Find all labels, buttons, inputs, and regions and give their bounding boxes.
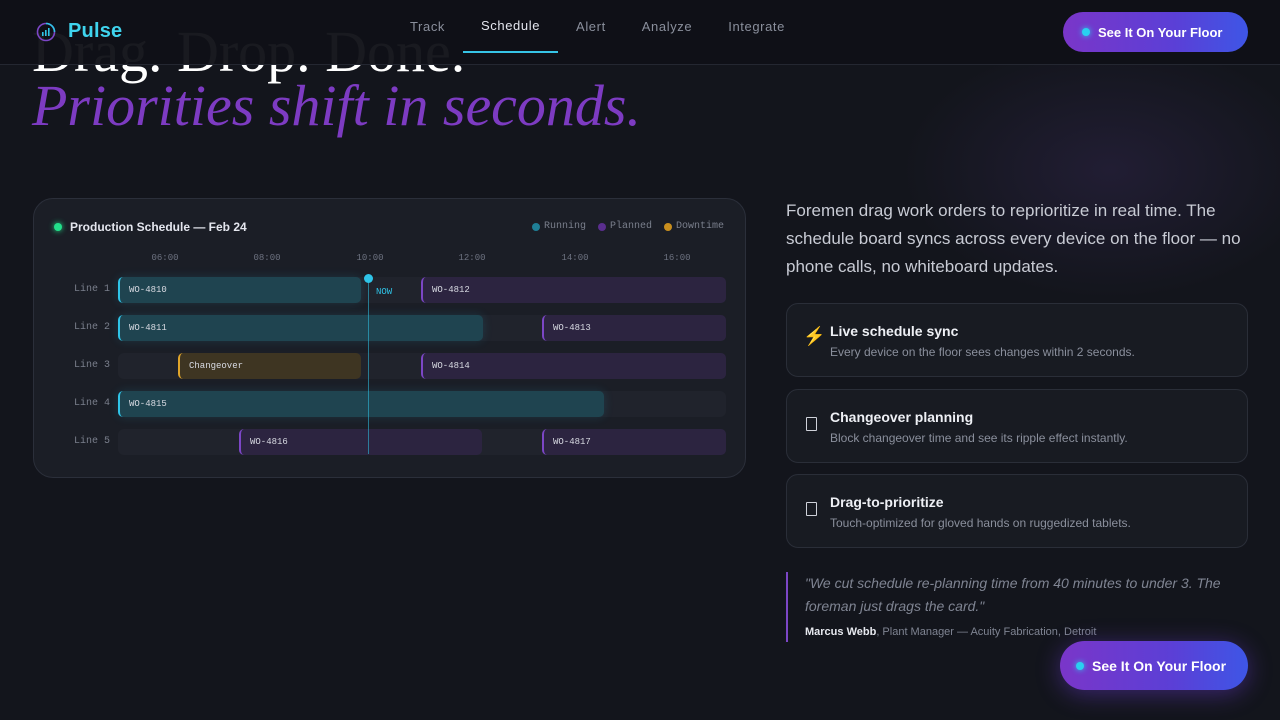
running-swatch-icon bbox=[531, 222, 540, 231]
downtime-swatch-icon bbox=[663, 222, 672, 231]
testimonial: "We cut schedule re-planning time from 4… bbox=[786, 572, 1248, 642]
changeover-icon bbox=[806, 417, 817, 431]
nav-item-alert[interactable]: Alert bbox=[558, 0, 624, 53]
see-it-on-your-floor-floating-button[interactable]: See It On Your Floor bbox=[1060, 641, 1248, 690]
work-order-card[interactable]: WO-4814 bbox=[421, 353, 726, 379]
feature-text: Every device on the floor sees changes w… bbox=[830, 345, 1135, 359]
legend-planned-label: Planned bbox=[609, 221, 652, 232]
drag-icon bbox=[806, 502, 817, 516]
nav-item-track[interactable]: Track bbox=[392, 0, 463, 53]
schedule-row-line-5: WO-4816 WO-4817 bbox=[118, 429, 726, 455]
cta-label: See It On Your Floor bbox=[1098, 24, 1223, 40]
line-label: Line 2 bbox=[73, 322, 110, 333]
line-label: Line 4 bbox=[73, 398, 110, 409]
feature-text: Block changeover time and see its ripple… bbox=[830, 431, 1128, 445]
nav-item-integrate[interactable]: Integrate bbox=[710, 0, 803, 53]
schedule-row-line-3: Changeover WO-4814 bbox=[118, 353, 726, 379]
line-label: Line 5 bbox=[73, 436, 110, 447]
feature-card-changeover: Changeover planning Block changeover tim… bbox=[786, 389, 1248, 463]
time-label: 10:00 bbox=[356, 253, 384, 263]
work-order-card[interactable]: WO-4816 bbox=[239, 429, 482, 455]
see-it-on-your-floor-button[interactable]: See It On Your Floor bbox=[1063, 12, 1248, 52]
cta-label: See It On Your Floor bbox=[1092, 657, 1227, 674]
schedule-title-text: Production Schedule — Feb 24 bbox=[70, 220, 247, 234]
work-order-card[interactable]: WO-4815 bbox=[118, 391, 604, 417]
cta-dot-icon bbox=[1076, 661, 1084, 670]
schedule-row-line-4: WO-4815 bbox=[118, 391, 726, 417]
author-role: , Plant Manager — Acuity Fabrication, De… bbox=[876, 626, 1097, 638]
main-nav: Track Schedule Alert Analyze Integrate bbox=[392, 0, 803, 65]
brand-logo[interactable]: Pulse bbox=[36, 20, 122, 43]
nav-item-analyze[interactable]: Analyze bbox=[624, 0, 710, 53]
feature-title: Live schedule sync bbox=[830, 323, 959, 339]
cta-dot-icon bbox=[1082, 28, 1090, 36]
schedule-row-line-2: WO-4811 WO-4813 bbox=[118, 315, 726, 341]
time-label: 06:00 bbox=[151, 253, 179, 263]
legend-planned: Planned bbox=[597, 221, 652, 232]
feature-title: Changeover planning bbox=[830, 409, 974, 425]
legend-downtime-label: Downtime bbox=[675, 221, 724, 232]
time-label: 08:00 bbox=[253, 253, 281, 263]
time-label: 14:00 bbox=[561, 253, 589, 263]
planned-swatch-icon bbox=[597, 222, 606, 231]
brand-name: Pulse bbox=[68, 20, 123, 42]
work-order-card[interactable]: WO-4810 bbox=[118, 277, 361, 303]
now-label: NOW bbox=[376, 287, 393, 297]
lightning-icon: ⚡ bbox=[803, 326, 826, 346]
live-status-icon bbox=[54, 223, 62, 231]
feature-text: Touch-optimized for gloved hands on rugg… bbox=[830, 516, 1131, 530]
now-indicator-line bbox=[368, 279, 369, 454]
work-order-card[interactable]: WO-4813 bbox=[542, 315, 726, 341]
legend-running: Running bbox=[531, 221, 586, 232]
schedule-row-line-1: WO-4810 WO-4812 bbox=[118, 277, 726, 303]
feature-description: Foremen drag work orders to reprioritize… bbox=[786, 201, 1241, 276]
testimonial-author: Marcus Webb, Plant Manager — Acuity Fabr… bbox=[805, 626, 1096, 638]
work-order-card[interactable]: WO-4812 bbox=[421, 277, 726, 303]
feature-card-drag: Drag-to-prioritize Touch-optimized for g… bbox=[786, 474, 1248, 548]
pulse-logo-icon bbox=[36, 22, 56, 41]
feature-card-live-sync: ⚡ Live schedule sync Every device on the… bbox=[786, 303, 1248, 377]
work-order-card[interactable]: WO-4811 bbox=[118, 315, 483, 341]
now-indicator-dot bbox=[364, 274, 373, 283]
time-label: 16:00 bbox=[663, 253, 691, 263]
line-label: Line 1 bbox=[73, 284, 110, 295]
testimonial-quote: "We cut schedule re-planning time from 4… bbox=[805, 575, 1221, 614]
nav-item-schedule[interactable]: Schedule bbox=[463, 0, 559, 53]
legend-running-label: Running bbox=[543, 221, 586, 232]
work-order-card[interactable]: WO-4817 bbox=[542, 429, 726, 455]
schedule-title: Production Schedule — Feb 24 bbox=[54, 220, 247, 234]
time-axis: 06:00 08:00 10:00 12:00 14:00 16:00 bbox=[118, 253, 726, 265]
top-navigation-bar: Pulse Track Schedule Alert Analyze Integ… bbox=[0, 0, 1280, 65]
feature-title: Drag-to-prioritize bbox=[830, 494, 944, 510]
production-schedule-card: Production Schedule — Feb 24 Running Pla… bbox=[33, 198, 746, 478]
changeover-block[interactable]: Changeover bbox=[178, 353, 361, 379]
line-label: Line 3 bbox=[73, 360, 110, 371]
legend-downtime: Downtime bbox=[663, 221, 724, 232]
author-name: Marcus Webb bbox=[805, 626, 877, 638]
time-label: 12:00 bbox=[458, 253, 486, 263]
schedule-legend: Running Planned Downtime bbox=[531, 221, 724, 232]
